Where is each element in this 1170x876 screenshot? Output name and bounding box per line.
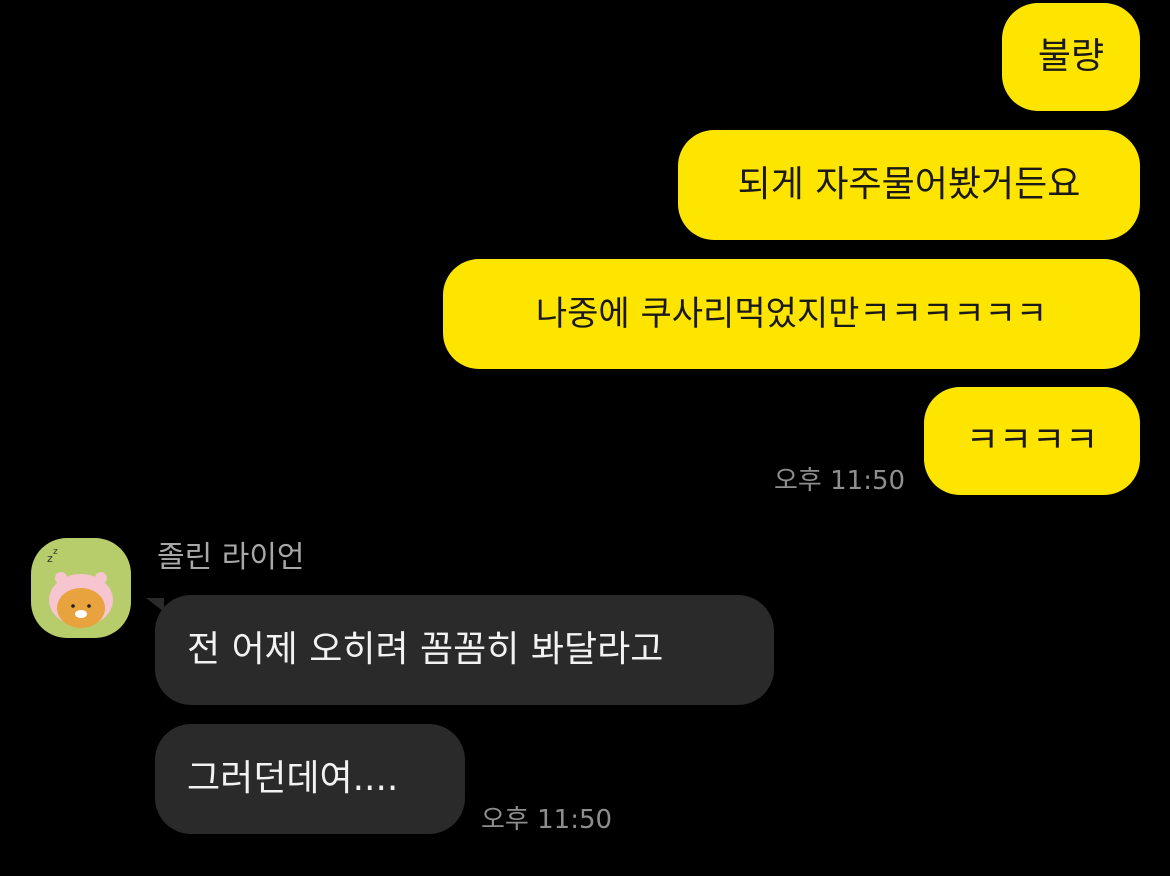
outgoing-message[interactable]: ㅋㅋㅋㅋ <box>924 387 1140 495</box>
sender-name: 졸린 라이언 <box>157 540 305 575</box>
message-text: 불량 <box>1037 36 1105 77</box>
message-text: 나중에 쿠사리먹었지만ㅋㅋㅋㅋㅋㅋ <box>535 294 1048 334</box>
outgoing-message[interactable]: 불량 <box>1002 3 1140 111</box>
sender-avatar[interactable]: z z <box>31 538 131 638</box>
message-text: 그러던데여.... <box>187 758 399 799</box>
chat-area: 불량 되게 자주물어봤거든요 나중에 쿠사리먹었지만ㅋㅋㅋㅋㅋㅋ ㅋㅋㅋㅋ 오후… <box>0 0 1170 876</box>
incoming-message[interactable]: 전 어제 오히려 꼼꼼히 봐달라고 <box>155 595 774 705</box>
incoming-timestamp: 오후 11:50 <box>481 805 613 835</box>
sleepy-ryan-icon: z z <box>47 547 113 628</box>
message-text: ㅋㅋㅋㅋ <box>965 420 1099 461</box>
svg-text:z: z <box>53 547 58 557</box>
message-text: 전 어제 오히려 꼼꼼히 봐달라고 <box>187 629 664 670</box>
message-text: 되게 자주물어봤거든요 <box>737 164 1081 205</box>
outgoing-message[interactable]: 나중에 쿠사리먹었지만ㅋㅋㅋㅋㅋㅋ <box>443 259 1140 369</box>
outgoing-timestamp: 오후 11:50 <box>774 466 906 496</box>
incoming-message[interactable]: 그러던데여.... <box>155 724 465 834</box>
outgoing-message[interactable]: 되게 자주물어봤거든요 <box>678 130 1140 240</box>
